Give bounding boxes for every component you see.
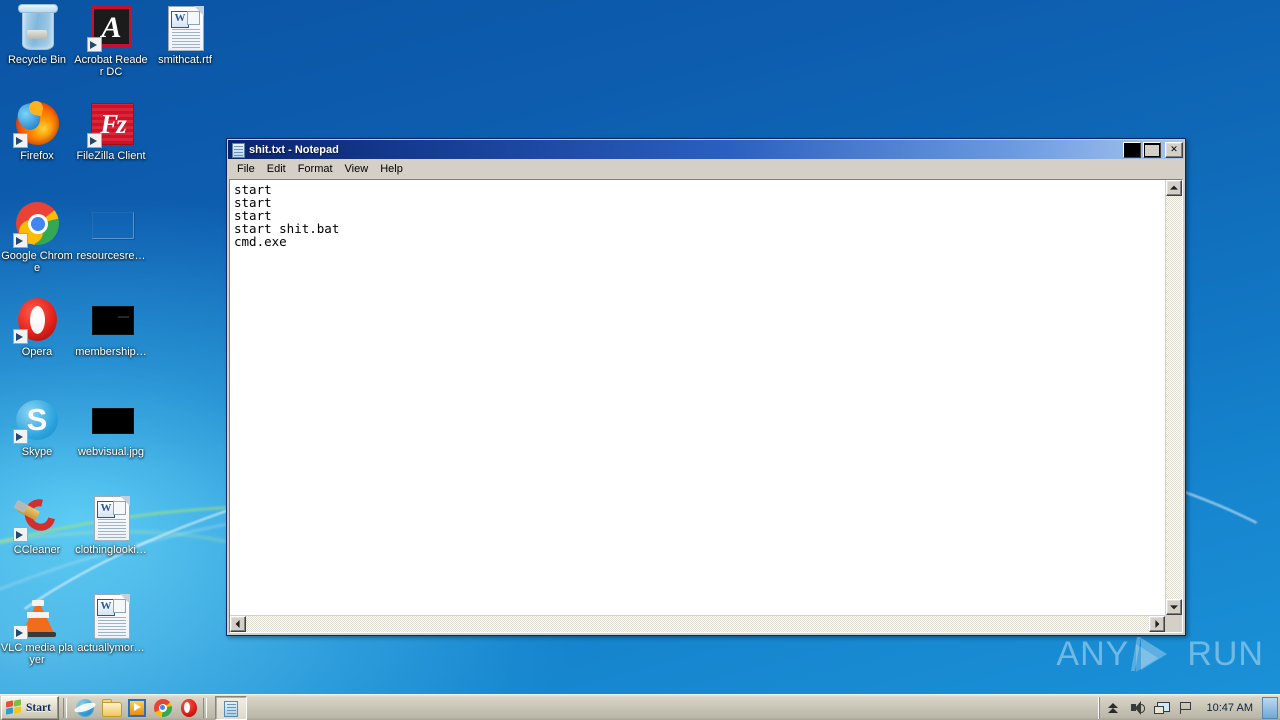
chrome-icon[interactable] [153, 698, 173, 718]
black-image-thumbnail-icon [87, 296, 135, 344]
desktop-icon-recycle-bin[interactable]: Recycle Bin [0, 4, 74, 67]
desktop-icon-label: clothinglooki… [75, 544, 147, 556]
show-hidden-icons-chevron-icon[interactable] [1105, 700, 1121, 716]
windows-logo-icon [6, 699, 22, 715]
anyrun-play-logo-icon [1131, 634, 1183, 674]
desktop-icon-actuallymor[interactable]: W actuallymor… [74, 592, 148, 655]
vlc-icon [13, 592, 61, 640]
notepad-title-bar[interactable]: shit.txt - Notepad ✕ [228, 140, 1184, 159]
desktop-icon-label: Google Chrome [1, 250, 73, 274]
blank-image-thumbnail-icon [87, 200, 135, 248]
menu-file[interactable]: File [231, 161, 261, 177]
desktop-icon-ccleaner[interactable]: CCleaner [0, 493, 74, 557]
scroll-left-button[interactable] [230, 616, 246, 632]
ccleaner-icon [13, 493, 62, 542]
desktop-icon-label: Acrobat Reader DC [74, 54, 148, 78]
close-button[interactable]: ✕ [1165, 141, 1183, 158]
notepad-icon [223, 700, 239, 717]
desktop[interactable]: Recycle Bin A Acrobat Reader DC W smithc… [0, 0, 1280, 720]
internet-explorer-icon[interactable] [73, 698, 97, 718]
acrobat-reader-icon: A [87, 4, 135, 52]
firefox-icon [13, 99, 61, 148]
desktop-icon-webvisual-jpg[interactable]: webvisual.jpg [74, 396, 148, 459]
desktop-icon-clothinglooki[interactable]: W clothinglooki… [74, 494, 148, 557]
desktop-icon-label: Skype [21, 446, 53, 458]
desktop-icon-label: Opera [21, 346, 53, 358]
recycle-bin-icon [13, 4, 61, 52]
notepad-menu-bar: File Edit Format View Help [228, 159, 1184, 178]
start-button-label: Start [26, 701, 51, 714]
windows-explorer-icon[interactable] [101, 698, 122, 718]
window-controls: ✕ [1123, 141, 1183, 158]
black-image-thumbnail-icon [87, 396, 135, 444]
system-tray: 10:47 AM [1098, 696, 1261, 719]
minimize-button[interactable] [1123, 141, 1141, 158]
opera-icon[interactable] [179, 698, 199, 718]
close-icon: ✕ [1170, 143, 1178, 154]
clock[interactable]: 10:47 AM [1207, 702, 1253, 714]
skype-icon: S [13, 396, 61, 444]
maximize-button[interactable] [1143, 141, 1161, 158]
desktop-icon-label: CCleaner [13, 544, 61, 556]
word-document-icon: W [161, 4, 209, 52]
menu-view[interactable]: View [339, 161, 375, 177]
taskbar-separator [62, 697, 67, 718]
taskbar: Start 10:47 AM [0, 694, 1280, 720]
show-desktop-button[interactable] [1262, 696, 1278, 719]
anyrun-watermark: ANY RUN [1056, 634, 1264, 674]
desktop-icon-resourcesre[interactable]: resourcesre… [74, 200, 148, 263]
notepad-text-area[interactable]: start start start start shit.bat cmd.exe [232, 182, 1165, 615]
desktop-icon-firefox[interactable]: Firefox [0, 99, 74, 163]
notepad-task-button[interactable] [214, 695, 247, 720]
desktop-icon-label: VLC media player [0, 642, 74, 666]
vertical-scrollbar[interactable] [1165, 180, 1182, 615]
network-icon[interactable] [1153, 700, 1170, 716]
desktop-icon-acrobat-reader[interactable]: A Acrobat Reader DC [74, 4, 148, 78]
desktop-icon-membership[interactable]: membership… [74, 296, 148, 359]
scrollbar-corner [1165, 615, 1182, 632]
desktop-icon-opera[interactable]: Opera [0, 296, 74, 359]
menu-edit[interactable]: Edit [261, 161, 292, 177]
watermark-text-any: ANY [1056, 634, 1130, 673]
watermark-text-run: RUN [1187, 634, 1264, 673]
word-document-icon: W [87, 494, 135, 542]
start-button[interactable]: Start [1, 695, 59, 720]
volume-icon[interactable] [1129, 700, 1145, 716]
window-title: shit.txt - Notepad [249, 143, 339, 156]
notepad-window[interactable]: shit.txt - Notepad ✕ File Edit Format Vi… [226, 138, 1186, 636]
scroll-down-button[interactable] [1166, 599, 1182, 615]
desktop-icon-layer: Recycle Bin A Acrobat Reader DC W smithc… [0, 0, 230, 690]
desktop-icon-google-chrome[interactable]: Google Chrome [0, 200, 74, 274]
menu-help[interactable]: Help [374, 161, 409, 177]
desktop-icon-label: Recycle Bin [7, 54, 67, 66]
desktop-icon-label: actuallymor… [77, 642, 145, 654]
desktop-icon-filezilla[interactable]: Fz FileZilla Client [74, 100, 148, 163]
desktop-icon-label: webvisual.jpg [77, 446, 145, 458]
scroll-right-button[interactable] [1149, 616, 1165, 632]
opera-icon [13, 296, 61, 344]
horizontal-scrollbar[interactable] [230, 615, 1165, 632]
action-center-flag-icon[interactable] [1177, 700, 1193, 716]
desktop-icon-label: membership… [75, 346, 147, 358]
desktop-icon-smithcat-rtf[interactable]: W smithcat.rtf [148, 4, 222, 67]
notepad-client-area: start start start start shit.bat cmd.exe [229, 179, 1183, 633]
desktop-icon-label: resourcesre… [76, 250, 146, 262]
scroll-up-button[interactable] [1166, 180, 1182, 196]
desktop-icon-label: Firefox [20, 150, 54, 162]
menu-format[interactable]: Format [292, 161, 339, 177]
notepad-icon [231, 142, 245, 158]
taskbar-separator [202, 697, 207, 718]
media-player-icon[interactable] [127, 698, 147, 718]
desktop-icon-label: FileZilla Client [76, 150, 146, 162]
desktop-icon-vlc[interactable]: VLC media player [0, 592, 74, 666]
desktop-icon-label: smithcat.rtf [158, 54, 212, 66]
desktop-icon-skype[interactable]: S Skype [0, 396, 74, 459]
filezilla-icon: Fz [87, 100, 135, 148]
word-document-icon: W [87, 592, 135, 640]
chrome-icon [13, 200, 61, 248]
quick-launch-bar [71, 698, 199, 718]
